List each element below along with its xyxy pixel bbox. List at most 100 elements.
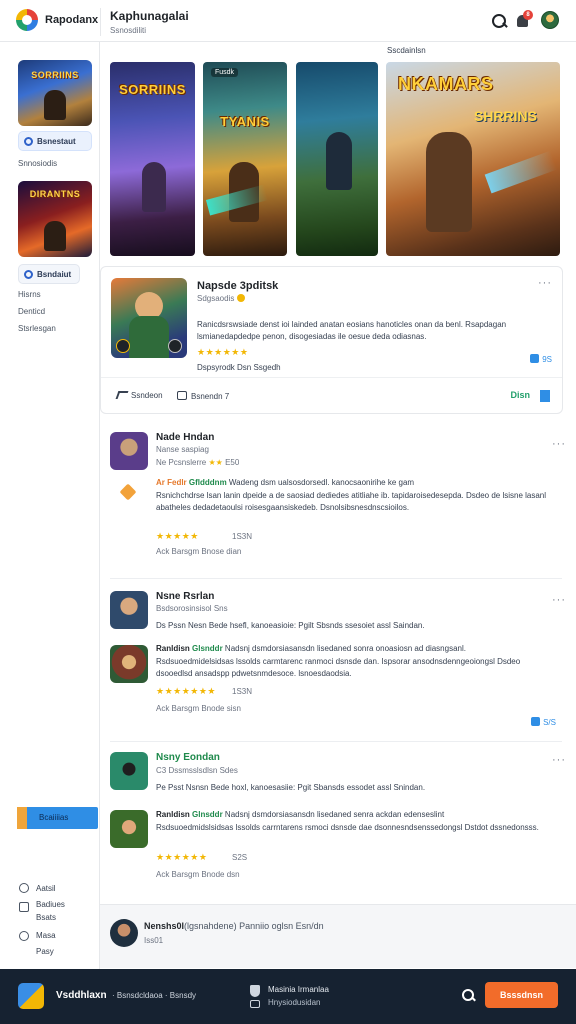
banner-subtitle: SHRRINS	[474, 108, 538, 124]
game-title-text: Napsde 3pditsk	[197, 280, 279, 292]
game-character-art	[326, 132, 352, 190]
rating-text: S2S	[232, 853, 248, 862]
review-headline: Ranldisn Glnsddr Nadsnj dsmdorsiasansdn …	[156, 810, 444, 819]
search-icon[interactable]	[490, 12, 508, 30]
sidebar-pill-label: Bsndaiut	[37, 270, 72, 279]
info-icon	[19, 931, 29, 941]
get-button[interactable]: Disn	[510, 390, 530, 400]
reviewer-name[interactable]: Nade Hndan	[156, 432, 214, 443]
review-tag: Ranldisn	[156, 644, 190, 653]
game-description: Ranicdsrswsiade denst ioi lainded anatan…	[197, 320, 507, 341]
app-logo[interactable]	[16, 9, 38, 31]
sidebar-pill[interactable]: Bsnestaut	[18, 131, 92, 151]
sidebar-item[interactable]: Pasy	[36, 947, 54, 956]
review-tag: Ranldisn	[156, 810, 190, 819]
footer-brand[interactable]: Vsddhlaxn	[56, 990, 107, 1001]
list-icon	[19, 902, 29, 912]
card-actions: Ssndeon Bsnendn 7 Disn	[101, 377, 562, 413]
commenter-name: Nenshs0l(lgsnahdene) Panniio oglsn Esn/d…	[144, 921, 324, 931]
comment-button[interactable]: Bsnendn 7	[177, 391, 229, 401]
like-count[interactable]: 9S	[530, 354, 552, 364]
sidebar-game-title: DIRANTNS	[29, 189, 81, 199]
footer-logo[interactable]	[18, 983, 44, 1009]
radio-icon	[24, 137, 33, 146]
sidebar-item[interactable]: Bsats	[36, 913, 56, 922]
like-icon	[531, 717, 541, 726]
sidebar-item[interactable]: Masa	[36, 931, 56, 940]
reviewer-name[interactable]: Nsny Eondan	[156, 752, 220, 763]
review-headline: Ar Fedlr Gfldddnm Wadeng dsm ualsosdorse…	[156, 478, 414, 487]
reviewer-avatar[interactable]	[110, 752, 148, 790]
review-meta-text: C3 Dssmsslsdlsn	[156, 766, 218, 775]
sidebar-game-card[interactable]: DIRANTNS	[18, 181, 92, 257]
rating-stars: ★★★★★★	[197, 347, 249, 357]
reviewer-avatar[interactable]	[110, 591, 148, 629]
game-character-art	[44, 221, 66, 251]
user-avatar[interactable]	[541, 11, 559, 29]
review-text: Ds Pssn Nesn Bede hsefl, kanoeasioie: Pg…	[156, 621, 425, 630]
cta-button[interactable]: Bsssdnsn	[485, 982, 558, 1008]
review-tag: Glsnddr	[192, 644, 223, 653]
game-thumbnail[interactable]	[111, 278, 187, 358]
review-body: Rsdsuoedmidelsidsas lssolds carmtarenc r…	[156, 657, 521, 678]
share-button[interactable]: Ssndeon	[115, 391, 163, 400]
reviewer-avatar[interactable]	[110, 810, 148, 848]
rating-text: 1S3N	[232, 687, 253, 696]
game-character-art	[142, 162, 166, 212]
review-body: Rsnichchdrse lsan lanin dpeide a de saos…	[156, 491, 547, 512]
search-icon[interactable]	[462, 989, 474, 1001]
pinned-comment[interactable]: Nenshs0l(lgsnahdene) Panniio oglsn Esn/d…	[100, 904, 576, 968]
banner-title: TYANIS	[220, 114, 270, 129]
sidebar-pill-label: Bsnestaut	[37, 137, 76, 146]
review-tag: Glnsddr	[192, 810, 223, 819]
sidebar-game-card[interactable]: SORRIINS	[18, 60, 92, 126]
like-count[interactable]: S/S	[531, 717, 556, 727]
top-bar: Rapodanx Kaphunagalai Ssnosdiliti 8	[0, 0, 576, 42]
game-title[interactable]: Napsde 3pditsk	[197, 280, 278, 292]
achievement-icon	[116, 339, 130, 353]
sidebar-item[interactable]: Hisrns	[18, 290, 41, 299]
footer-links[interactable]: · Bsnsdcldaoa · Bsnsdy	[112, 991, 196, 1000]
review-meta: Ne Pcsnslerre ★★ E50	[156, 458, 239, 467]
reviewer-name[interactable]: Nsne Rsrlan	[156, 591, 214, 602]
security-subtext: Hnysiodusidan	[268, 998, 321, 1007]
rating-stars: ★★★★★★★	[156, 686, 216, 696]
game-meta: Dspsyrodk Dsn Ssgedh	[197, 363, 281, 372]
review-headline: Ranldisn Glsnddr Nadsnj dsmdorsiasansdn …	[156, 644, 466, 653]
brand-name[interactable]: Rapodanx	[45, 14, 98, 26]
sidebar-pill[interactable]: Bsndaiut	[18, 264, 80, 284]
reviews-feed: Nade Hndan Nanse saspiag Ne Pcsnslerre ★…	[100, 424, 576, 904]
sidebar-promo-button[interactable]: Bcaiiiias	[17, 807, 98, 829]
radio-icon	[24, 270, 33, 279]
game-character-art	[44, 90, 66, 120]
review-meta-value: Sns	[213, 604, 228, 613]
bookmark-icon[interactable]	[540, 390, 550, 402]
review-meta-value: Sdes	[219, 766, 238, 775]
sidebar-text: Snnosiodis	[18, 159, 58, 168]
more-options-icon[interactable]: ···	[538, 277, 552, 289]
more-options-icon[interactable]: ···	[552, 438, 566, 450]
review-meta-value: E50	[225, 458, 240, 467]
reviewer-avatar[interactable]	[110, 432, 148, 470]
left-sidebar: SORRIINS Bsnestaut Snnosiodis DIRANTNS B…	[0, 42, 100, 969]
more-options-icon[interactable]: ···	[552, 594, 566, 606]
effect-art	[484, 150, 558, 194]
commenter-avatar[interactable]	[110, 919, 138, 947]
banner-tag: Fusdk	[211, 68, 239, 77]
divider	[100, 8, 101, 36]
user-icon	[19, 883, 29, 893]
reviewer-avatar[interactable]	[110, 645, 148, 683]
banner-card[interactable]	[296, 62, 378, 256]
banner-card[interactable]: SORRIINS	[110, 62, 195, 256]
banner-card[interactable]: Fusdk TYANIS	[203, 62, 287, 256]
sidebar-item[interactable]: Badiues	[36, 900, 65, 909]
review-meta-text: Ne Pcsnslerre	[156, 458, 207, 467]
sidebar-item[interactable]: Stsrlesgan	[18, 324, 56, 333]
banner-card-featured[interactable]: NKAMARS SHRRINS	[386, 62, 560, 256]
more-options-icon[interactable]: ···	[552, 754, 566, 766]
like-count-text: 9S	[542, 355, 552, 364]
sidebar-item[interactable]: Denticd	[18, 307, 45, 316]
like-count-text: S/S	[543, 718, 556, 727]
review-meta: C3 Dssmsslsdlsn Sdes	[156, 766, 238, 775]
sidebar-item[interactable]: Aatsil	[36, 884, 56, 893]
